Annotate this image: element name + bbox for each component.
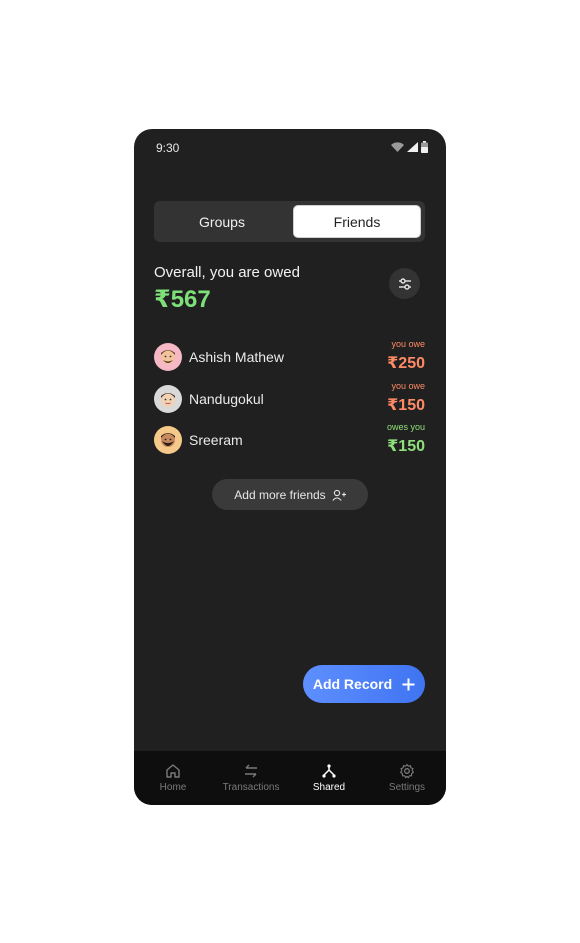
friend-name: Ashish Mathew: [189, 349, 284, 365]
add-record-button[interactable]: Add Record: [303, 665, 425, 703]
nav-transactions[interactable]: Transactions: [212, 751, 290, 805]
add-user-icon: [332, 489, 346, 501]
nav-home[interactable]: Home: [134, 751, 212, 805]
friend-status: you owe: [391, 339, 425, 349]
person-avatar-icon: [161, 350, 175, 364]
friend-amount: ₹150: [387, 397, 425, 414]
friend-row[interactable]: Nandugokul you owe ₹150: [154, 381, 425, 417]
friend-amount: ₹250: [387, 355, 425, 372]
nav-transactions-label: Transactions: [222, 782, 280, 793]
gear-icon: [400, 763, 414, 779]
status-time: 9:30: [156, 141, 180, 155]
nav-shared-label: Shared: [312, 782, 346, 793]
status-bar: 9:30: [134, 129, 446, 165]
avatar: [154, 343, 182, 371]
plus-icon: [402, 678, 415, 690]
friend-row[interactable]: Ashish Mathew you owe ₹250: [154, 339, 425, 375]
phone-screen: 9:30 Groups Friends Overall, you are owe…: [134, 129, 446, 805]
friend-status: owes you: [386, 422, 425, 432]
add-more-friends-button[interactable]: Add more friends: [212, 479, 368, 510]
tab-groups[interactable]: Groups: [158, 205, 286, 238]
sliders-icon: [398, 277, 411, 290]
transfer-icon: [245, 764, 257, 778]
person-avatar-icon: [161, 393, 175, 407]
friend-name: Nandugokul: [189, 391, 264, 407]
status-icons: [391, 141, 428, 153]
overall-label: Overall, you are owed: [154, 264, 300, 281]
home-icon: [166, 764, 180, 778]
filter-button[interactable]: [389, 268, 420, 299]
avatar: [154, 426, 182, 454]
friend-row[interactable]: Sreeram owes you ₹150: [154, 422, 425, 458]
signal-icon: [407, 142, 418, 152]
overall-amount: ₹567: [154, 286, 211, 313]
nav-settings[interactable]: Settings: [368, 751, 446, 805]
battery-icon: [421, 141, 428, 153]
avatar: [154, 385, 182, 413]
nav-home-label: Home: [159, 782, 187, 793]
add-record-label: Add Record: [312, 676, 393, 692]
wifi-icon: [391, 142, 404, 152]
friend-amount: ₹150: [387, 438, 425, 455]
friend-name: Sreeram: [189, 432, 243, 448]
share-icon: [322, 764, 336, 778]
person-avatar-icon: [161, 433, 175, 447]
friend-status: you owe: [391, 381, 425, 391]
nav-settings-label: Settings: [388, 782, 426, 793]
add-friends-label: Add more friends: [234, 487, 326, 502]
tab-friends[interactable]: Friends: [293, 205, 421, 238]
nav-shared[interactable]: Shared: [290, 751, 368, 805]
bottom-navigation: Home Transactions Shared Settings: [134, 751, 446, 805]
groups-friends-toggle: Groups Friends: [154, 201, 425, 242]
